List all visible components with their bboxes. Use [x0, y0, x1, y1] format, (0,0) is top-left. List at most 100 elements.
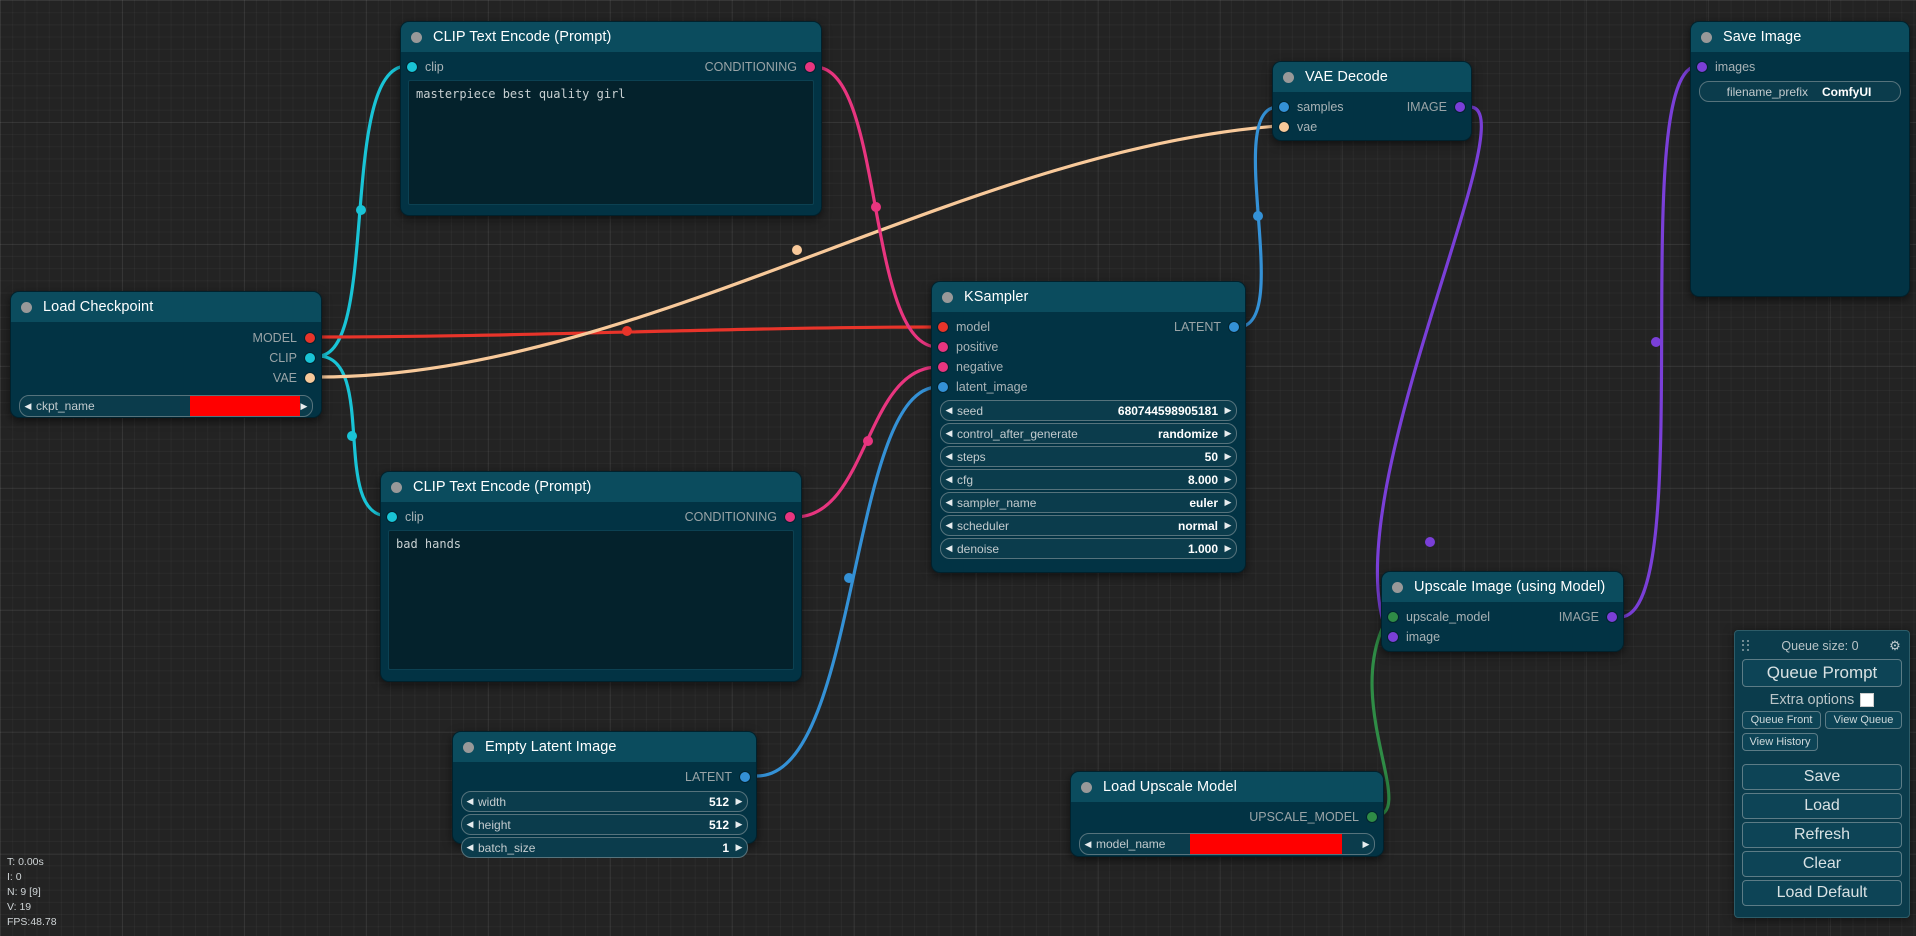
collapse-dot-icon[interactable] [1701, 32, 1712, 43]
chevron-left-icon[interactable]: ◀ [941, 452, 957, 461]
port-icon[interactable] [1607, 612, 1617, 622]
save-button[interactable]: Save [1742, 764, 1902, 790]
graph-canvas[interactable]: Load Checkpoint MODEL CLIP VAE [0, 0, 1916, 936]
port-icon[interactable] [1697, 62, 1707, 72]
comfy-menu-panel[interactable]: Queue size: 0 ⚙ Queue Prompt Extra optio… [1734, 630, 1910, 918]
collapse-dot-icon[interactable] [1392, 582, 1403, 593]
input-slot-model[interactable]: model [938, 317, 990, 337]
chevron-left-icon[interactable]: ◀ [941, 498, 957, 507]
node-save-image[interactable]: Save Image images filename_prefix ComfyU… [1690, 21, 1910, 297]
chevron-right-icon[interactable]: ▶ [1220, 452, 1236, 461]
port-icon[interactable] [387, 512, 397, 522]
chevron-left-icon[interactable]: ◀ [941, 406, 957, 415]
chevron-right-icon[interactable]: ▶ [731, 843, 747, 852]
prompt-textarea[interactable]: bad hands [388, 530, 794, 670]
port-icon[interactable] [305, 353, 315, 363]
output-slot-clip[interactable]: CLIP [269, 348, 315, 368]
view-queue-button[interactable]: View Queue [1825, 711, 1902, 729]
chevron-left-icon[interactable]: ◀ [462, 797, 478, 806]
node-empty-latent-image[interactable]: Empty Latent Image LATENT ◀ width 512 ▶ … [452, 731, 757, 844]
port-icon[interactable] [1229, 322, 1239, 332]
node-clip-text-encode-positive[interactable]: CLIP Text Encode (Prompt) clip CONDITION… [400, 21, 822, 216]
port-icon[interactable] [938, 342, 948, 352]
chevron-left-icon[interactable]: ◀ [941, 544, 957, 553]
node-vae-decode[interactable]: VAE Decode samples IMAGE vae [1272, 61, 1472, 141]
port-icon[interactable] [1455, 102, 1465, 112]
widget-height[interactable]: ◀ height 512 ▶ [461, 814, 748, 835]
input-slot-positive[interactable]: positive [938, 337, 998, 357]
node-title-bar[interactable]: Load Upscale Model [1071, 772, 1383, 802]
widget-control-after-generate[interactable]: ◀ control_after_generate randomize ▶ [940, 423, 1237, 444]
port-icon[interactable] [785, 512, 795, 522]
node-load-checkpoint[interactable]: Load Checkpoint MODEL CLIP VAE [10, 291, 322, 418]
collapse-dot-icon[interactable] [1283, 72, 1294, 83]
queue-front-button[interactable]: Queue Front [1742, 711, 1821, 729]
output-slot-upscale-model[interactable]: UPSCALE_MODEL [1249, 807, 1377, 827]
chevron-left-icon[interactable]: ◀ [941, 429, 957, 438]
node-title-bar[interactable]: Empty Latent Image [453, 732, 756, 762]
chevron-left-icon[interactable]: ◀ [941, 521, 957, 530]
port-icon[interactable] [407, 62, 417, 72]
widget-batch-size[interactable]: ◀ batch_size 1 ▶ [461, 837, 748, 858]
collapse-dot-icon[interactable] [463, 742, 474, 753]
port-icon[interactable] [938, 322, 948, 332]
input-slot-images[interactable]: images [1697, 57, 1755, 77]
input-slot-vae[interactable]: vae [1279, 117, 1317, 137]
input-slot-image[interactable]: image [1388, 627, 1440, 647]
port-icon[interactable] [1279, 122, 1289, 132]
output-slot-conditioning[interactable]: CONDITIONING [685, 507, 795, 527]
chevron-right-icon[interactable]: ▶ [1358, 840, 1374, 849]
chevron-right-icon[interactable]: ▶ [731, 820, 747, 829]
load-default-button[interactable]: Load Default [1742, 880, 1902, 906]
port-icon[interactable] [938, 382, 948, 392]
output-slot-image[interactable]: IMAGE [1407, 97, 1465, 117]
node-clip-text-encode-negative[interactable]: CLIP Text Encode (Prompt) clip CONDITION… [380, 471, 802, 682]
output-slot-latent[interactable]: LATENT [1174, 317, 1239, 337]
chevron-left-icon[interactable]: ◀ [462, 843, 478, 852]
collapse-dot-icon[interactable] [21, 302, 32, 313]
input-slot-negative[interactable]: negative [938, 357, 1003, 377]
collapse-dot-icon[interactable] [391, 482, 402, 493]
port-icon[interactable] [938, 362, 948, 372]
node-title-bar[interactable]: VAE Decode [1273, 62, 1471, 92]
output-slot-image[interactable]: IMAGE [1559, 607, 1617, 627]
node-title-bar[interactable]: CLIP Text Encode (Prompt) [381, 472, 801, 502]
input-slot-clip[interactable]: clip [407, 57, 444, 77]
port-icon[interactable] [805, 62, 815, 72]
widget-steps[interactable]: ◀ steps 50 ▶ [940, 446, 1237, 467]
widget-filename-prefix[interactable]: filename_prefix ComfyUI [1699, 81, 1901, 102]
widget-cfg[interactable]: ◀ cfg 8.000 ▶ [940, 469, 1237, 490]
node-load-upscale-model[interactable]: Load Upscale Model UPSCALE_MODEL ◀ model… [1070, 771, 1384, 857]
widget-scheduler[interactable]: ◀ scheduler normal ▶ [940, 515, 1237, 536]
port-icon[interactable] [1388, 632, 1398, 642]
chevron-left-icon[interactable]: ◀ [20, 402, 36, 411]
chevron-left-icon[interactable]: ◀ [941, 475, 957, 484]
chevron-right-icon[interactable]: ▶ [1220, 429, 1236, 438]
node-title-bar[interactable]: Upscale Image (using Model) [1382, 572, 1623, 602]
prompt-textarea[interactable]: masterpiece best quality girl [408, 80, 814, 205]
output-slot-latent[interactable]: LATENT [685, 767, 750, 787]
widget-sampler-name[interactable]: ◀ sampler_name euler ▶ [940, 492, 1237, 513]
port-icon[interactable] [1367, 812, 1377, 822]
widget-model-name[interactable]: ◀ model_name ▶ [1079, 833, 1375, 855]
output-slot-model[interactable]: MODEL [253, 328, 315, 348]
chevron-right-icon[interactable]: ▶ [1220, 544, 1236, 553]
widget-width[interactable]: ◀ width 512 ▶ [461, 791, 748, 812]
chevron-right-icon[interactable]: ▶ [1220, 521, 1236, 530]
widget-denoise[interactable]: ◀ denoise 1.000 ▶ [940, 538, 1237, 559]
view-history-button[interactable]: View History [1742, 733, 1818, 751]
chevron-right-icon[interactable]: ▶ [1220, 475, 1236, 484]
gear-icon[interactable]: ⚙ [1888, 639, 1902, 653]
node-title-bar[interactable]: Save Image [1691, 22, 1909, 52]
widget-ckpt-name[interactable]: ◀ ckpt_name ▶ [19, 395, 313, 417]
chevron-left-icon[interactable]: ◀ [1080, 840, 1096, 849]
extra-options-row[interactable]: Extra options [1742, 692, 1902, 708]
extra-options-checkbox[interactable] [1860, 693, 1874, 707]
refresh-button[interactable]: Refresh [1742, 822, 1902, 848]
node-title-bar[interactable]: Load Checkpoint [11, 292, 321, 322]
drag-handle-icon[interactable] [1742, 640, 1752, 652]
clear-button[interactable]: Clear [1742, 851, 1902, 877]
load-button[interactable]: Load [1742, 793, 1902, 819]
chevron-left-icon[interactable]: ◀ [462, 820, 478, 829]
input-slot-clip[interactable]: clip [387, 507, 424, 527]
